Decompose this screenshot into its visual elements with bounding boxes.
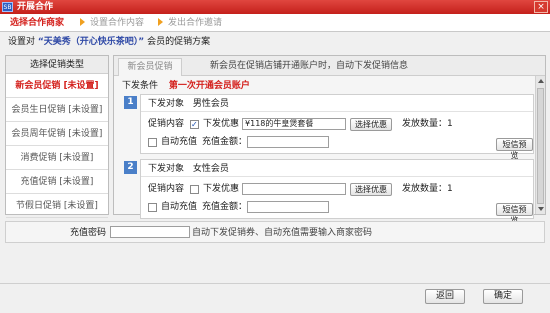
target-label: 下发对象 — [148, 99, 185, 109]
footer-bar: 返回 确定 — [0, 283, 550, 313]
rule-target: 下发对象 女性会员 — [148, 163, 229, 175]
app-icon: SB — [2, 2, 13, 12]
rule-number-badge: 2 — [124, 161, 137, 174]
recharge-checkbox[interactable] — [148, 202, 157, 212]
tab-description: 新会员在促销店铺开通账户时，自动下发促销信息 — [210, 61, 409, 71]
heading-suffix: 会员的促销方案 — [147, 37, 211, 47]
target-label: 下发对象 — [148, 164, 185, 174]
back-button[interactable]: 返回 — [425, 289, 465, 304]
scroll-up-icon[interactable] — [538, 79, 544, 83]
promo-type-holiday[interactable]: 节假日促销 [未设置] — [6, 194, 108, 218]
password-hint: 自动下发促销券、自动充值需要输入商家密码 — [192, 228, 373, 238]
title-bar: SB 开展合作 × — [0, 0, 550, 14]
page-heading: 设置对 “天美秀（开心快乐茶吧）” 会员的促销方案 — [8, 36, 210, 48]
coupon-checkbox[interactable] — [190, 118, 200, 132]
tab-new-member[interactable]: 新会员促销 — [118, 58, 182, 76]
rule-divider — [141, 176, 533, 177]
coupon-field[interactable] — [242, 183, 347, 195]
window-title: 开展合作 — [17, 2, 54, 12]
password-label: 充值密码 — [70, 228, 107, 238]
promo-type-consumption[interactable]: 消费促销 [未设置] — [6, 146, 108, 170]
amount-label: 充值金额： — [202, 137, 248, 147]
tab-bar: 新会员促销 新会员在促销店铺开通账户时，自动下发促销信息 — [114, 56, 545, 76]
step-select-merchant: 选择合作商家 — [10, 18, 65, 28]
promo-type-header: 选择促销类型 — [6, 56, 108, 74]
step-arrow-icon — [158, 18, 163, 26]
rule-box: 下发对象 男性会员 促销内容 下发优惠 ¥118的牛皇煲套餐 选择优惠 发放数量… — [140, 94, 534, 160]
heading-prefix: 设置对 — [8, 37, 36, 47]
condition-value: 第一次开通会员账户 — [168, 81, 250, 91]
promo-type-recharge[interactable]: 充值促销 [未设置] — [6, 170, 108, 194]
step-bar: 选择合作商家 设置合作内容 发出合作邀请 — [0, 14, 550, 32]
close-button[interactable]: × — [534, 1, 548, 13]
recharge-row: 自动充值 充值金额： — [148, 200, 330, 214]
rule-target: 下发对象 男性会员 — [148, 98, 229, 110]
promo-detail-panel: 新会员促销 新会员在促销店铺开通账户时，自动下发促销信息 下发条件 第一次开通会… — [113, 55, 546, 225]
vertical-scrollbar[interactable] — [535, 76, 545, 214]
coupon-label: 下发优惠 — [203, 119, 240, 129]
promo-type-anniversary[interactable]: 会员周年促销 [未设置] — [6, 122, 108, 146]
rule-box: 下发对象 女性会员 促销内容 下发优惠 选择优惠 发放数量：1 自动充值 充值金… — [140, 159, 534, 225]
promo-content-row: 促销内容 下发优惠 ¥118的牛皇煲套餐 选择优惠 发放数量：1 — [148, 117, 453, 132]
recharge-label: 自动充值 — [161, 202, 198, 212]
rule-divider — [141, 111, 533, 112]
recharge-checkbox[interactable] — [148, 137, 157, 147]
sms-preview-button[interactable]: 短信预览 — [496, 138, 533, 160]
amount-label: 充值金额： — [202, 202, 248, 212]
promo-type-panel: 选择促销类型 新会员促销 [未设置] 会员生日促销 [未设置] 会员周年促销 [… — [5, 55, 109, 218]
promo-content-row: 促销内容 下发优惠 选择优惠 发放数量：1 — [148, 182, 453, 196]
promo-content-label: 促销内容 — [148, 184, 185, 194]
recharge-row: 自动充值 充值金额： — [148, 135, 330, 149]
sms-preview-button[interactable]: 短信预览 — [496, 203, 533, 225]
password-bar: 充值密码 自动下发促销券、自动充值需要输入商家密码 — [5, 221, 545, 243]
coupon-field[interactable]: ¥118的牛皇煲套餐 — [242, 118, 347, 130]
step-arrow-icon — [80, 18, 85, 26]
scroll-down-icon[interactable] — [538, 207, 544, 211]
promo-type-birthday[interactable]: 会员生日促销 [未设置] — [6, 98, 108, 122]
target-value: 女性会员 — [192, 164, 229, 174]
rule-block: 1 下发对象 男性会员 促销内容 下发优惠 ¥118的牛皇煲套餐 选择优惠 发放… — [120, 94, 534, 160]
target-value: 男性会员 — [192, 99, 229, 109]
promo-content-label: 促销内容 — [148, 119, 185, 129]
rule-number-badge: 1 — [124, 96, 137, 109]
coupon-checkbox[interactable] — [190, 184, 200, 194]
select-coupon-button[interactable]: 选择优惠 — [350, 182, 393, 196]
promo-type-new-member[interactable]: 新会员促销 [未设置] — [6, 74, 108, 98]
issue-count: 发放数量：1 — [402, 184, 453, 194]
amount-field[interactable] — [247, 201, 330, 213]
heading-shop-name: “天美秀（开心快乐茶吧）” — [37, 37, 145, 47]
step-set-content: 设置合作内容 — [90, 18, 145, 28]
coupon-label: 下发优惠 — [203, 184, 240, 194]
recharge-label: 自动充值 — [161, 137, 198, 147]
select-coupon-button[interactable]: 选择优惠 — [350, 117, 393, 131]
scroll-thumb[interactable] — [537, 88, 544, 204]
condition-label: 下发条件 — [122, 81, 159, 91]
amount-field[interactable] — [247, 136, 330, 148]
rule-block: 2 下发对象 女性会员 促销内容 下发优惠 选择优惠 发放数量：1 自动充值 充… — [120, 159, 534, 225]
issue-condition: 下发条件 第一次开通会员账户 — [122, 80, 250, 92]
ok-button[interactable]: 确定 — [483, 289, 523, 304]
step-send-invite: 发出合作邀请 — [168, 18, 223, 28]
password-field[interactable] — [110, 226, 190, 238]
issue-count: 发放数量：1 — [402, 119, 453, 129]
